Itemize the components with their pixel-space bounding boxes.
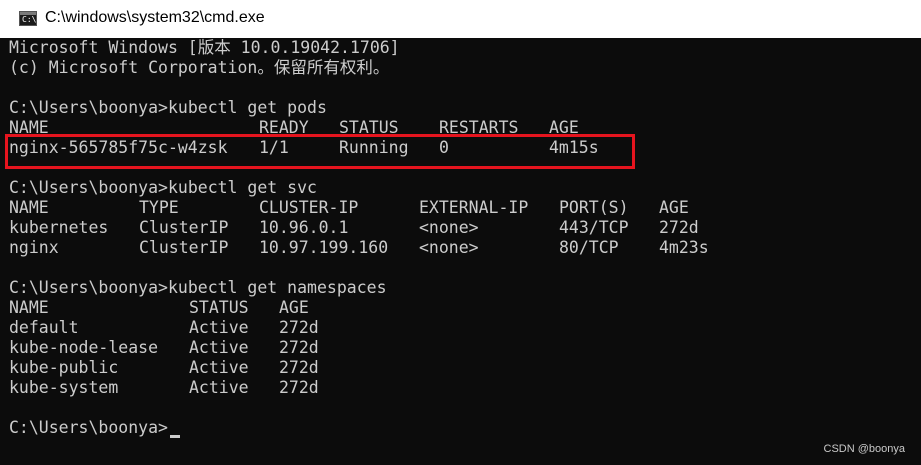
namespaces-header-row: NAME STATUS AGE [9, 298, 909, 318]
text-cursor [170, 435, 180, 438]
ns-age: 272d [279, 338, 319, 357]
svc-age: 272d [659, 218, 699, 237]
prompt: C:\Users\boonya> [9, 98, 168, 117]
svc-col-ports: PORT(S) [559, 198, 629, 217]
ns-name: kube-node-lease [9, 338, 159, 357]
svc-col-type: TYPE [139, 198, 179, 217]
ns-status: Active [189, 338, 249, 357]
copyright-line: (c) Microsoft Corporation。保留所有权利。 [9, 58, 390, 77]
highlight-box [5, 134, 635, 169]
svc-cluster-ip: 10.96.0.1 [259, 218, 349, 237]
cmd-window: C:\. C:\windows\system32\cmd.exe Microso… [0, 0, 921, 465]
svc-external-ip: <none> [419, 218, 479, 237]
window-title: C:\windows\system32\cmd.exe [45, 9, 265, 26]
command-line-current[interactable]: C:\Users\boonya> [9, 418, 168, 438]
svc-age: 4m23s [659, 238, 709, 257]
svc-name: kubernetes [9, 218, 109, 237]
svc-ports: 443/TCP [559, 218, 629, 237]
ns-name: default [9, 318, 79, 337]
watermark: CSDN @boonya [823, 443, 905, 455]
ns-col-name: NAME [9, 298, 49, 317]
command-text: kubectl get svc [167, 178, 317, 197]
svc-type: ClusterIP [139, 238, 229, 257]
title-bar[interactable]: C:\. C:\windows\system32\cmd.exe [0, 0, 921, 38]
ns-status: Active [189, 378, 249, 397]
ns-age: 272d [279, 358, 319, 377]
ns-age: 272d [279, 318, 319, 337]
svc-cluster-ip: 10.97.199.160 [259, 238, 389, 257]
svc-external-ip: <none> [419, 238, 479, 257]
ns-col-status: STATUS [189, 298, 249, 317]
command-line-pods: C:\Users\boonya>kubectl get pods [9, 98, 327, 118]
table-row: kube-public Active 272d [9, 358, 909, 378]
prompt: C:\Users\boonya> [9, 178, 168, 197]
svc-col-name: NAME [9, 198, 49, 217]
prompt: C:\Users\boonya> [9, 278, 168, 297]
command-line-namespaces: C:\Users\boonya>kubectl get namespaces [9, 278, 387, 298]
svc-col-external-ip: EXTERNAL-IP [419, 198, 529, 217]
ns-col-age: AGE [279, 298, 309, 317]
table-row: kube-system Active 272d [9, 378, 909, 398]
ns-age: 272d [279, 378, 319, 397]
ns-status: Active [189, 358, 249, 377]
command-text: kubectl get pods [167, 98, 327, 117]
table-row: kube-node-lease Active 272d [9, 338, 909, 358]
ns-name: kube-system [9, 378, 119, 397]
console-output[interactable]: Microsoft Windows [版本 10.0.19042.1706] (… [0, 38, 921, 465]
prompt: C:\Users\boonya> [9, 418, 168, 437]
ns-status: Active [189, 318, 249, 337]
svc-ports: 80/TCP [559, 238, 619, 257]
table-row: kubernetes ClusterIP 10.96.0.1 <none> 44… [9, 218, 909, 238]
svc-col-age: AGE [659, 198, 689, 217]
ns-name: kube-public [9, 358, 119, 377]
version-line: Microsoft Windows [版本 10.0.19042.1706] [9, 38, 400, 57]
table-row: default Active 272d [9, 318, 909, 338]
svc-type: ClusterIP [139, 218, 229, 237]
svc-col-cluster-ip: CLUSTER-IP [259, 198, 359, 217]
table-row: nginx ClusterIP 10.97.199.160 <none> 80/… [9, 238, 909, 258]
command-text: kubectl get namespaces [167, 278, 387, 297]
cmd-icon-glyph: C:\. [22, 15, 42, 24]
cmd-icon[interactable]: C:\. [19, 11, 41, 26]
command-line-svc: C:\Users\boonya>kubectl get svc [9, 178, 317, 198]
svc-header-row: NAME TYPE CLUSTER-IP EXTERNAL-IP PORT(S)… [9, 198, 909, 218]
svc-name: nginx [9, 238, 59, 257]
